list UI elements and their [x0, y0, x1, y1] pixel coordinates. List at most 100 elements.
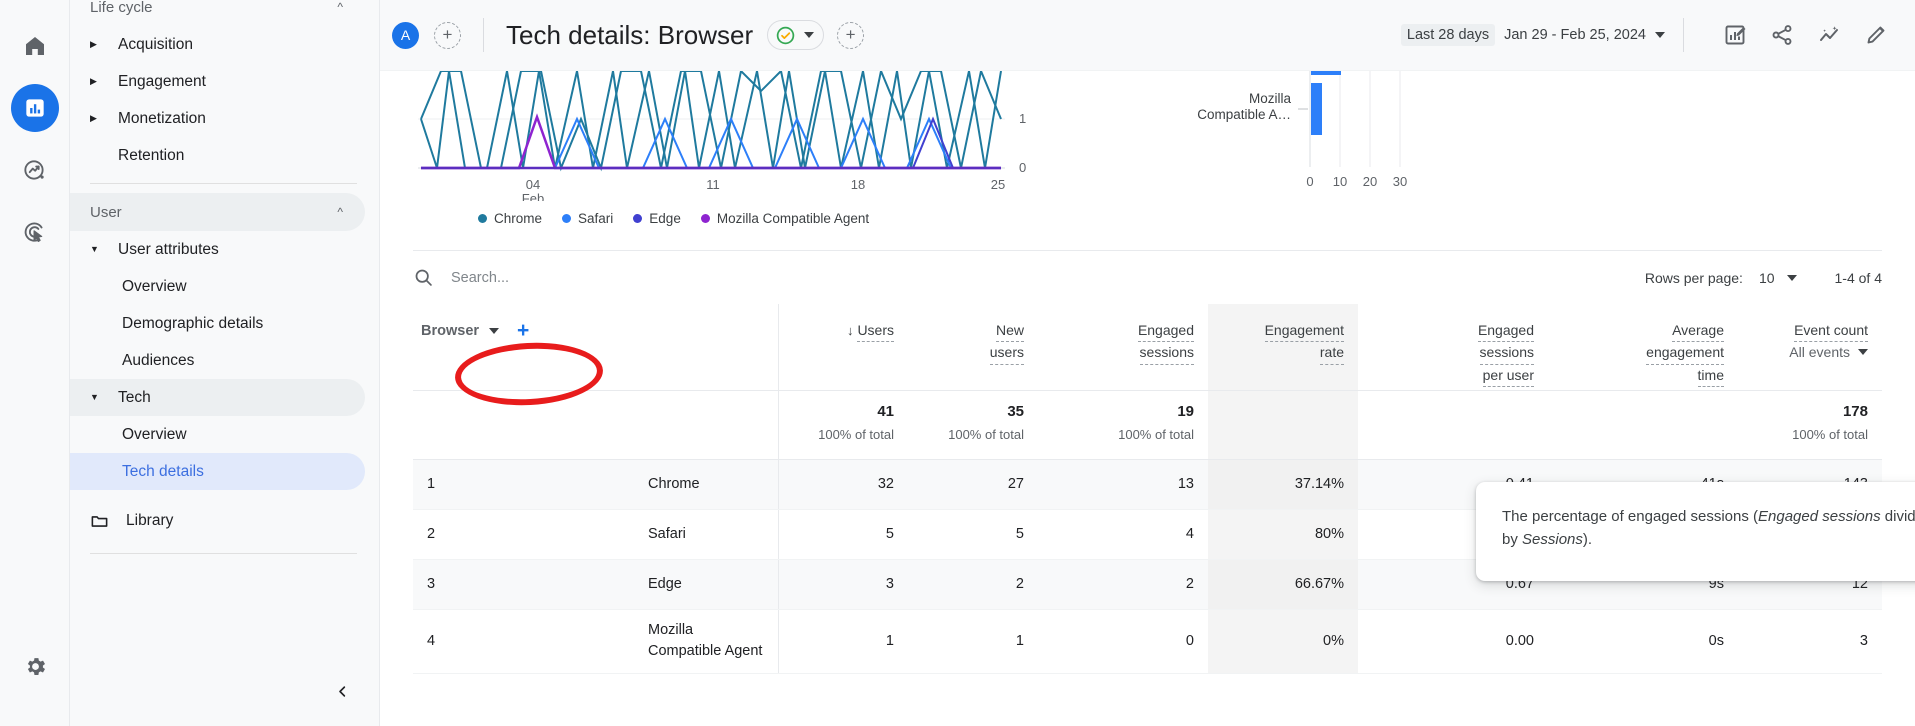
totals-value: 41	[779, 403, 909, 420]
add-filter-button[interactable]: +	[837, 22, 864, 49]
svg-text:30: 30	[1393, 174, 1407, 189]
add-dimension-button[interactable]: +	[517, 320, 529, 341]
sidebar-item-library[interactable]: Library	[70, 502, 365, 539]
totals-cell-event-count: 178 100% of total	[1738, 390, 1882, 459]
sidebar-item-audiences[interactable]: Audiences	[70, 342, 365, 379]
row-rank: 1	[413, 459, 648, 509]
row-rank: 4	[413, 609, 648, 673]
explore-icon[interactable]	[11, 146, 59, 194]
chevron-up-icon: ^	[337, 205, 343, 219]
pagination-range: 1-4 of 4	[1835, 270, 1882, 286]
row-dimension-value[interactable]: Mozilla Compatible Agent	[648, 609, 778, 673]
event-filter-select[interactable]: All events	[1746, 342, 1868, 362]
column-header-engaged-sessions[interactable]: Engaged sessions	[1038, 304, 1208, 390]
totals-cell-average-engagement-time	[1548, 390, 1738, 459]
sidebar-item-demographic-details[interactable]: Demographic details	[70, 305, 365, 342]
chevron-down-icon[interactable]	[489, 328, 499, 334]
sidebar-section-life-cycle-label: Life cycle	[90, 0, 153, 16]
search-input[interactable]	[451, 270, 811, 286]
column-label-line2: rate	[1320, 342, 1344, 364]
column-label: Users	[857, 320, 894, 342]
legend-item-mozilla-compatible-agent[interactable]: Mozilla Compatible Agent	[701, 211, 869, 226]
add-comparison-button[interactable]: +	[434, 22, 461, 49]
chevron-up-icon: ^	[337, 0, 343, 14]
column-label-line2: sessions	[1140, 342, 1194, 364]
sidebar-item-monetization[interactable]: ▶ Monetization	[70, 100, 365, 137]
column-header-engaged-sessions-per-user[interactable]: Engaged sessions per user	[1358, 304, 1548, 390]
column-header-average-engagement-time[interactable]: Average engagement time	[1548, 304, 1738, 390]
sidebar-item-retention[interactable]: Retention	[70, 137, 365, 174]
svg-text:20: 20	[1363, 174, 1377, 189]
sidebar-item-acquisition[interactable]: ▶ Acquisition	[70, 26, 365, 63]
totals-value: 178	[1738, 403, 1882, 420]
legend-dot	[562, 214, 571, 223]
totals-sub: 100% of total	[908, 427, 1038, 442]
sidebar-item-label: Monetization	[118, 110, 206, 128]
column-header-new-users[interactable]: New users	[908, 304, 1038, 390]
totals-cell-engaged-sessions-per-user	[1358, 390, 1548, 459]
column-label-line1: Event count	[1794, 320, 1868, 342]
reports-icon[interactable]	[11, 84, 59, 132]
pencil-icon[interactable]	[1859, 18, 1893, 52]
advertising-icon[interactable]	[11, 208, 59, 256]
dimension-header: Browser +	[413, 304, 778, 390]
rows-per-page-select[interactable]: 10	[1759, 270, 1797, 286]
sidebar-section-life-cycle[interactable]: Life cycle ^	[70, 0, 365, 26]
sort-descending-icon: ↓	[847, 323, 854, 338]
tooltip-emphasis-1: Engaged sessions	[1758, 508, 1881, 525]
comparison-avatar[interactable]: A	[392, 22, 419, 49]
legend-dot	[633, 214, 642, 223]
collapse-menu-button[interactable]	[329, 678, 355, 704]
gear-icon[interactable]	[11, 642, 59, 690]
chevron-down-icon	[1787, 275, 1797, 281]
share-icon[interactable]	[1765, 18, 1799, 52]
legend-item-chrome[interactable]: Chrome	[478, 211, 542, 226]
svg-text:10: 10	[1333, 174, 1347, 189]
users-over-time-chart[interactable]: 1 0 04 Feb 11 18 25 Chrome	[413, 71, 1053, 236]
dimension-select[interactable]: Browser	[421, 323, 479, 339]
totals-cell-engagement-rate	[1208, 390, 1358, 459]
users-by-browser-bar-chart[interactable]: Mozilla Compatible A… 0 10 20 30	[1163, 71, 1882, 236]
sidebar-item-label: Tech details	[122, 463, 204, 481]
sidebar-item-label: Overview	[122, 426, 187, 444]
row-dimension-value[interactable]: Chrome	[648, 459, 778, 509]
column-label-line1: New	[996, 320, 1024, 342]
header-actions	[1718, 18, 1893, 52]
insights-icon[interactable]	[1812, 18, 1846, 52]
report-status-chip[interactable]	[767, 20, 824, 50]
sidebar-item-user-overview[interactable]: Overview	[70, 268, 365, 305]
column-header-users[interactable]: ↓Users	[778, 304, 908, 390]
legend-label: Mozilla Compatible Agent	[717, 211, 869, 226]
column-label-line3: time	[1698, 365, 1724, 387]
column-label-line1: Engaged	[1478, 320, 1534, 342]
sidebar-item-label: Overview	[122, 278, 187, 296]
date-range-selector[interactable]: Last 28 days Jan 29 - Feb 25, 2024	[1401, 24, 1665, 46]
svg-text:Feb: Feb	[522, 191, 544, 201]
svg-text:25: 25	[991, 177, 1005, 192]
row-engagement-rate: 0%	[1208, 609, 1358, 673]
column-header-event-count[interactable]: Event count All events	[1738, 304, 1882, 390]
sidebar-item-engagement[interactable]: ▶ Engagement	[70, 63, 365, 100]
main-panel: A + Tech details: Browser + Last 28 days…	[380, 0, 1915, 726]
report-navigation: Life cycle ^ ▶ Acquisition ▶ Engagement …	[70, 0, 380, 726]
sidebar-item-tech-details[interactable]: Tech details	[70, 453, 365, 490]
row-dimension-value[interactable]: Safari	[648, 509, 778, 559]
legend-item-safari[interactable]: Safari	[562, 211, 613, 226]
svg-text:Compatible A…: Compatible A…	[1197, 107, 1291, 122]
row-dimension-label: Mozilla Compatible Agent	[648, 620, 768, 662]
row-new-users: 2	[908, 559, 1038, 609]
sidebar-item-tech[interactable]: ▼ Tech	[70, 379, 365, 416]
table-row[interactable]: 4 Mozilla Compatible Agent 1 1 0 0% 0.00…	[413, 609, 1882, 673]
sidebar-section-user[interactable]: User ^	[70, 193, 365, 231]
home-icon[interactable]	[11, 22, 59, 70]
edit-comparison-icon[interactable]	[1718, 18, 1752, 52]
row-dimension-value[interactable]: Edge	[648, 559, 778, 609]
sidebar-item-user-attributes[interactable]: ▼ User attributes	[70, 231, 365, 268]
sidebar-item-tech-overview[interactable]: Overview	[70, 416, 365, 453]
totals-sub: 100% of total	[1738, 427, 1882, 442]
svg-text:0: 0	[1019, 160, 1026, 175]
date-preset-chip: Last 28 days	[1401, 24, 1495, 46]
column-header-engagement-rate[interactable]: Engagement rate	[1208, 304, 1358, 390]
sidebar-divider-bottom	[90, 553, 357, 554]
legend-item-edge[interactable]: Edge	[633, 211, 681, 226]
